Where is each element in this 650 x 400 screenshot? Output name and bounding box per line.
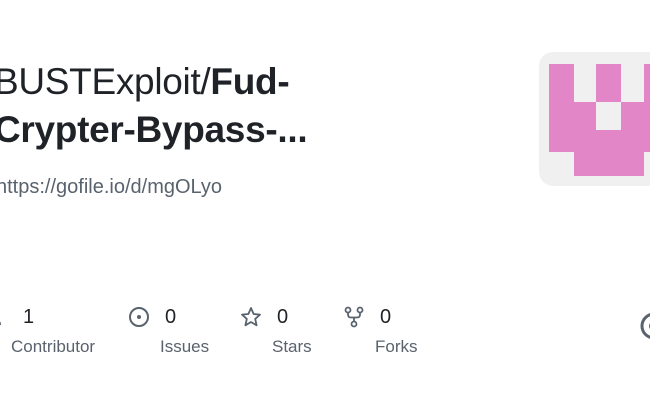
repo-name-part1[interactable]: Fud- [210,61,289,102]
repo-homepage-link[interactable]: https://gofile.io/d/mgOLyo [0,176,222,199]
star-icon [240,306,262,328]
repo-name-part2[interactable]: Crypter-Bypass-... [0,106,308,154]
forks-label: Forks [375,337,418,356]
repo-forked-icon [343,306,365,328]
issues-count: 0 [165,305,177,328]
issues-label: Issues [160,337,210,356]
contributors-label: Contributor [11,337,96,356]
stars-stat[interactable]: 0 Stars [240,303,312,357]
people-icon [0,306,8,328]
github-logo-icon [640,312,650,340]
stars-count: 0 [277,305,289,328]
stars-label: Stars [272,337,312,356]
issue-opened-icon [128,306,150,328]
forks-count: 0 [380,305,392,328]
repo-owner[interactable]: BUSTExploit/ [0,61,211,102]
repo-title[interactable]: BUSTExploit/Fud- Crypter-Bypass-... [0,58,308,154]
identicon [549,64,650,176]
forks-stat[interactable]: 0 Forks [343,303,418,357]
repo-title-line1: BUSTExploit/Fud- [0,58,307,106]
contributors-stat[interactable]: 1 Contributor [0,303,95,357]
owner-avatar[interactable] [539,52,650,186]
issues-stat[interactable]: 0 Issues [128,303,209,357]
contributors-count: 1 [23,305,35,328]
